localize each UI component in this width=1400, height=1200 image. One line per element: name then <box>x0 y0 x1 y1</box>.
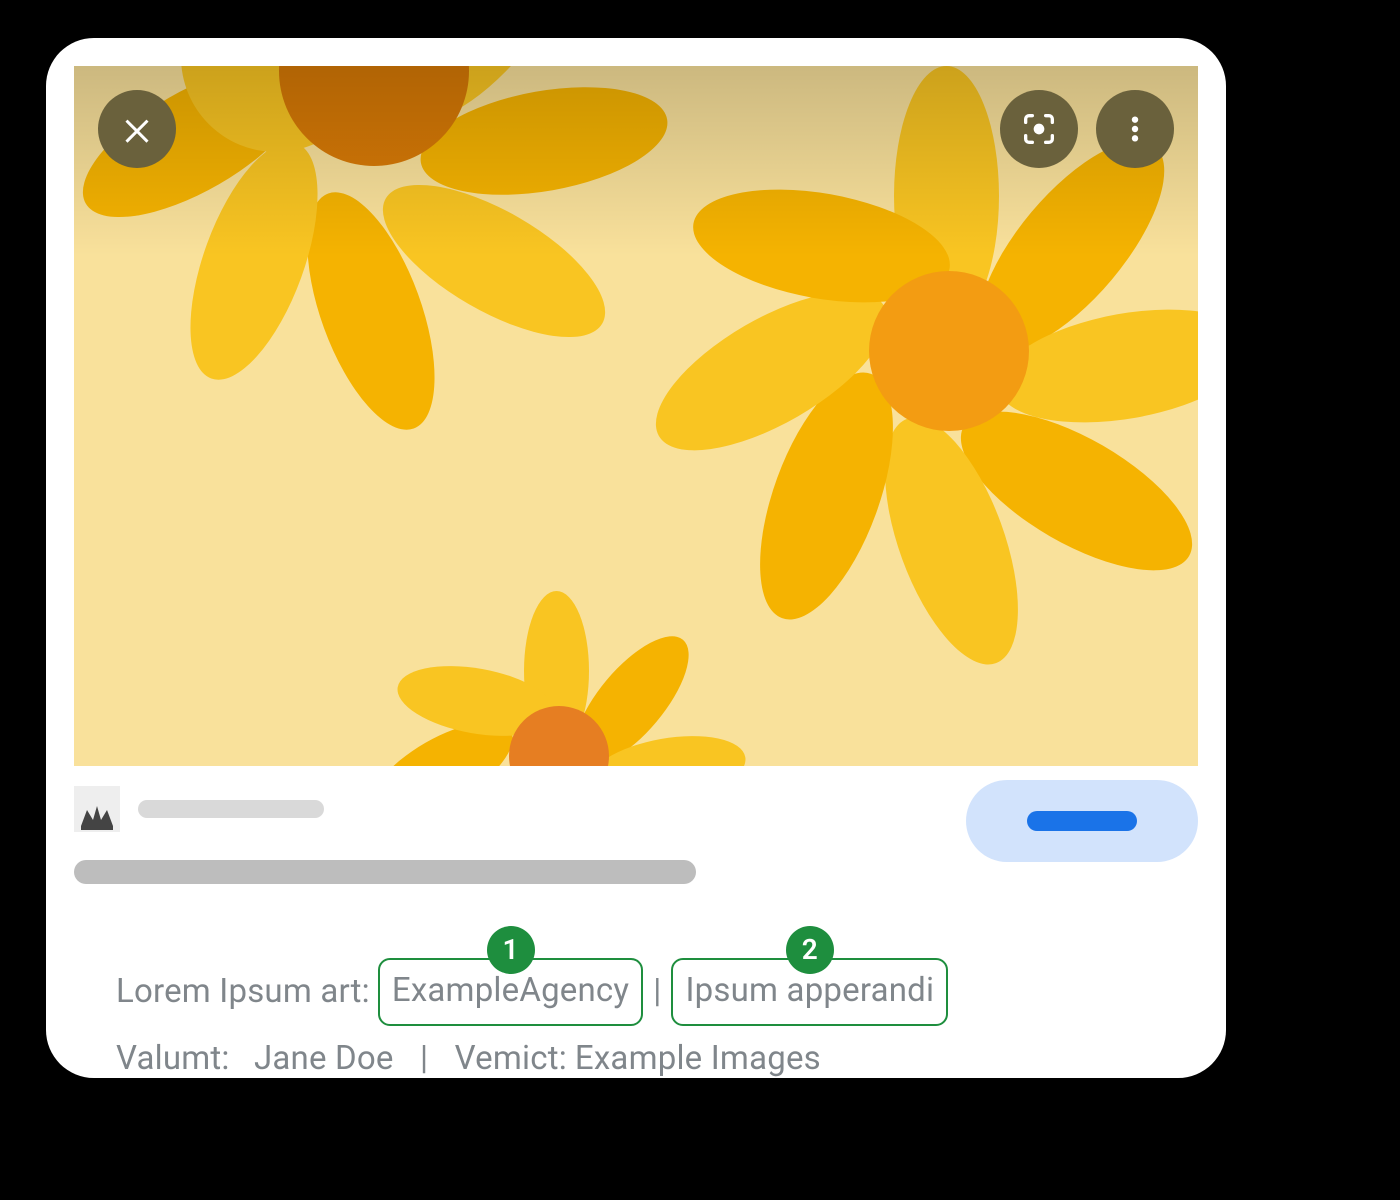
result-meta <box>74 786 1198 884</box>
lens-icon <box>1019 109 1059 149</box>
image-result-card: Lorem Ipsum art: 1 ExampleAgency | 2 Ips… <box>46 38 1226 1078</box>
callout-1-highlight: 1 ExampleAgency <box>378 958 643 1026</box>
callout-badge-1: 1 <box>487 926 535 974</box>
close-button[interactable] <box>98 90 176 168</box>
source-name-skeleton <box>138 800 324 818</box>
lens-button[interactable] <box>1000 90 1078 168</box>
image-credits: Lorem Ipsum art: 1 ExampleAgency | 2 Ips… <box>116 958 1216 1078</box>
credit-prefix: Lorem Ipsum art: <box>116 965 370 1019</box>
callout-badge-2: 2 <box>786 926 834 974</box>
more-button[interactable] <box>1096 90 1174 168</box>
callout-2-highlight: 2 Ipsum apperandi <box>671 958 948 1026</box>
creator-name: Jane Doe <box>254 1032 394 1078</box>
action-pill-label-skeleton <box>1027 811 1137 831</box>
credit-separator: | <box>651 965 663 1019</box>
credit-name: Example Images <box>575 1032 821 1078</box>
action-pill[interactable] <box>966 780 1198 862</box>
hero-image <box>74 66 1198 766</box>
creator-label: Valumt: <box>116 1032 230 1078</box>
close-icon <box>119 111 155 147</box>
credit-separator: | <box>418 1032 430 1078</box>
favicon-placeholder <box>74 786 120 832</box>
title-skeleton <box>74 860 696 884</box>
credit-label: Vemict: <box>455 1032 567 1078</box>
more-vert-icon <box>1119 113 1151 145</box>
